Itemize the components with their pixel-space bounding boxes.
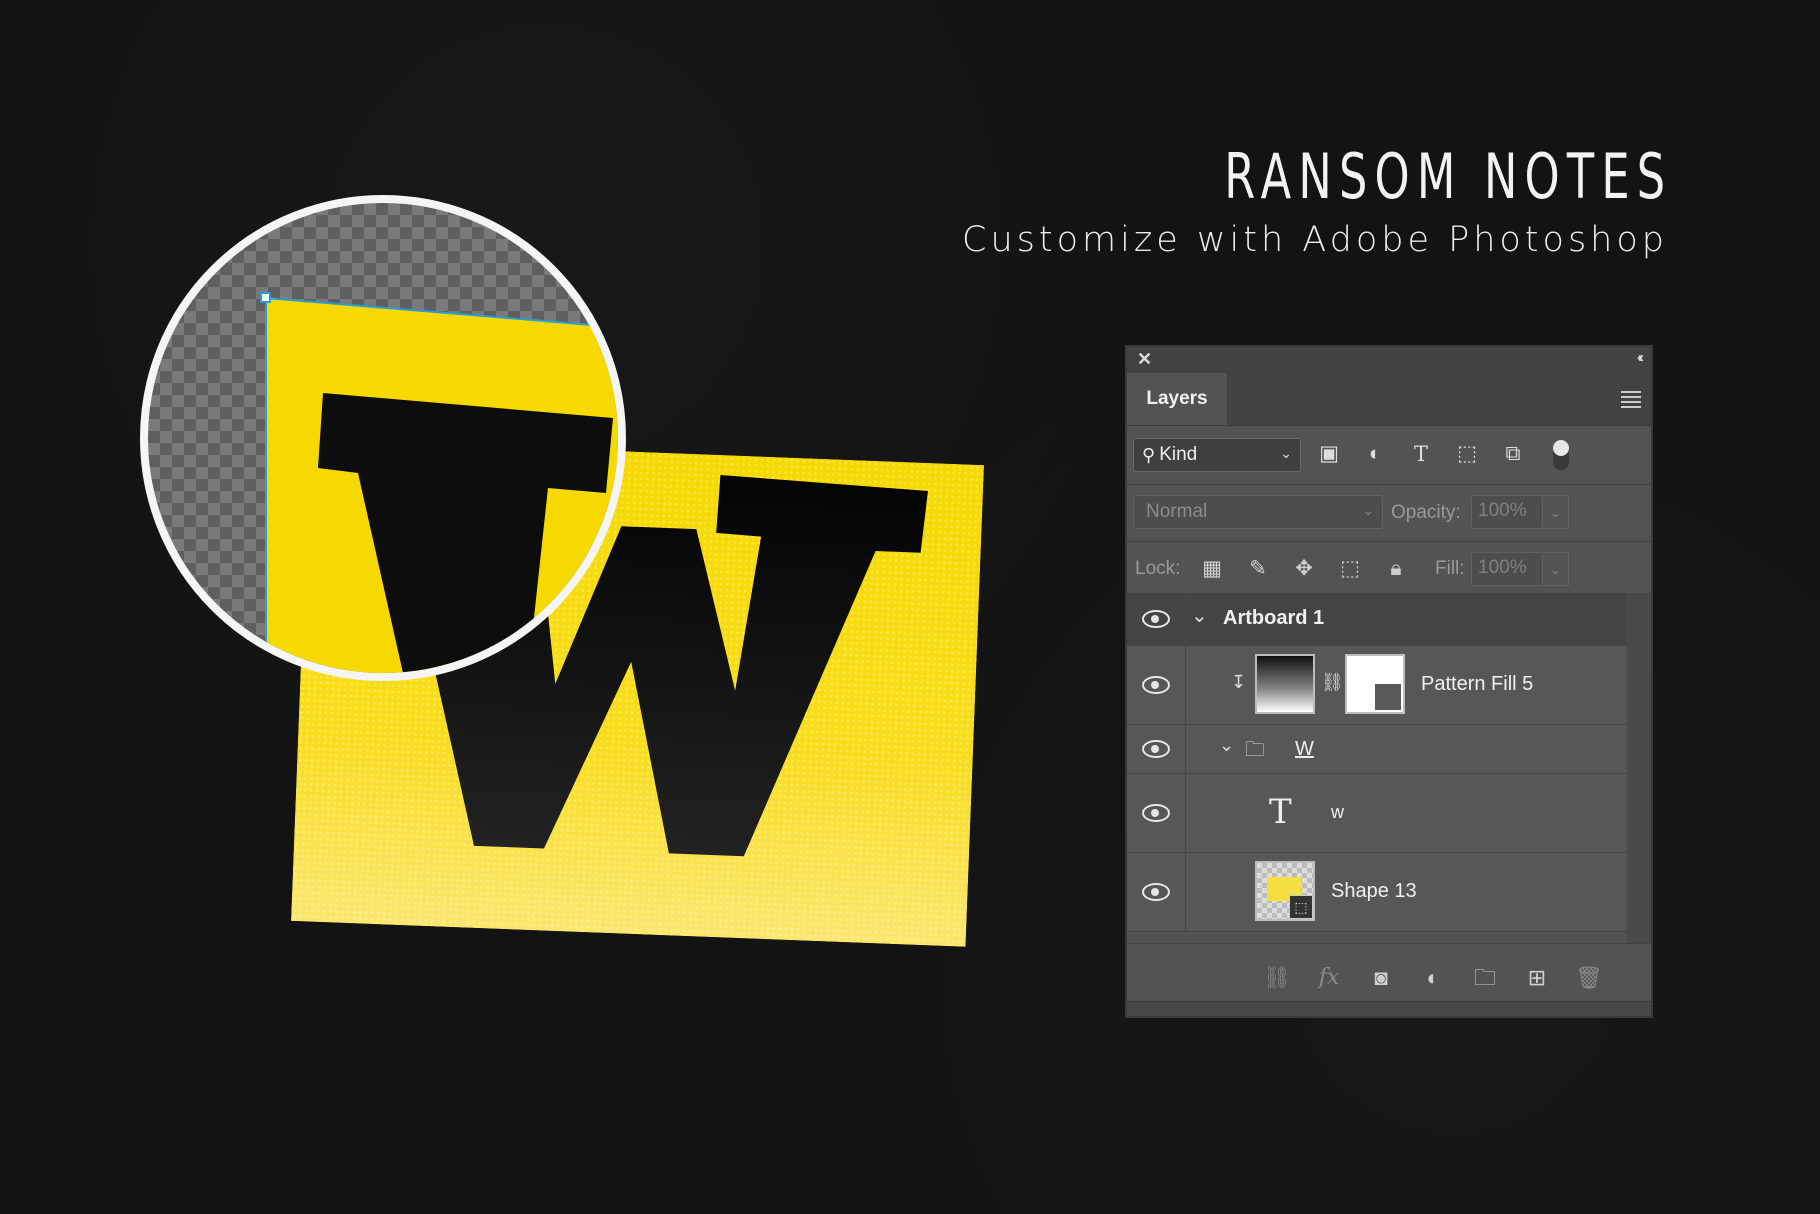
filter-row: ⚲ Kind ⌄ ▣ ◐ T ⬚ ⧉ (1127, 426, 1651, 485)
panel-titlebar: ✕ ‹‹ (1127, 347, 1651, 373)
chevron-down-icon[interactable]: ⌄ (1191, 603, 1208, 628)
layer-type-w[interactable]: T w (1127, 774, 1627, 853)
type-filter-icon[interactable]: T (1409, 442, 1433, 466)
new-layer-icon[interactable]: ⊞ (1523, 964, 1551, 992)
layers-panel: ✕ ‹‹ Layers ⚲ Kind ⌄ ▣ ◐ T ⬚ ⧉ Normal ⌄ … (1125, 345, 1653, 1018)
tab-layers[interactable]: Layers (1127, 373, 1227, 425)
headline: RANSOM NOTES (1223, 140, 1672, 213)
fill-dropdown-icon[interactable]: ⌄ (1543, 552, 1569, 586)
fx-icon[interactable]: fx (1315, 964, 1343, 992)
lock-move-icon[interactable]: ✥ (1291, 556, 1317, 582)
type-layer-icon: T (1269, 792, 1292, 832)
shape-icon: ⬚ (1289, 895, 1313, 919)
pattern-thumbnail (1255, 654, 1315, 714)
blend-mode-select[interactable]: Normal ⌄ (1133, 495, 1383, 529)
add-mask-icon[interactable]: ◙ (1367, 964, 1395, 992)
layer-name: W (1295, 738, 1314, 760)
eye-icon (1142, 883, 1170, 901)
opacity-input[interactable]: 100% (1471, 495, 1543, 529)
eye-icon (1142, 804, 1170, 822)
eye-icon (1142, 610, 1170, 628)
kind-label: Kind (1159, 444, 1198, 465)
close-icon[interactable]: ✕ (1137, 349, 1152, 370)
opacity-dropdown-icon[interactable]: ⌄ (1543, 495, 1569, 529)
zoom-magnifier (140, 195, 626, 681)
visibility-toggle[interactable] (1127, 593, 1186, 645)
clipping-arrow-icon: ↧ (1231, 672, 1247, 692)
fill-label: Fill: (1435, 558, 1465, 579)
search-icon: ⚲ (1142, 444, 1156, 465)
layer-name: Shape 13 (1331, 880, 1417, 902)
shape-filter-icon[interactable]: ⬚ (1455, 442, 1479, 466)
blend-mode-value: Normal (1146, 501, 1208, 522)
adjustment-layer-icon[interactable]: ◐ (1419, 964, 1447, 992)
adjustment-filter-icon[interactable]: ◐ (1363, 442, 1387, 466)
layer-group-w[interactable]: ⌄ 🗀︎ W (1127, 725, 1627, 774)
panel-tabbar: Layers (1127, 373, 1651, 426)
link-layers-icon[interactable]: ⛓ (1263, 964, 1291, 992)
eye-icon (1142, 740, 1170, 758)
visibility-toggle[interactable] (1127, 853, 1186, 931)
subheadline: Customize with Adobe Photoshop (962, 220, 1668, 260)
chevron-down-icon: ⌄ (1362, 502, 1374, 518)
lock-transparency-icon[interactable]: ▦ (1199, 556, 1225, 582)
layer-name: Pattern Fill 5 (1421, 673, 1534, 695)
lock-brush-icon[interactable]: ✎ (1245, 556, 1271, 582)
panel-menu-icon[interactable] (1621, 391, 1641, 411)
layer-name: w (1331, 802, 1344, 822)
layer-artboard[interactable]: ⌄ Artboard 1 (1127, 593, 1627, 646)
visibility-toggle[interactable] (1127, 725, 1186, 773)
link-icon[interactable]: ⛓ (1321, 672, 1344, 693)
lock-artboard-icon[interactable]: ⬚ (1337, 556, 1363, 582)
collapse-icon[interactable]: ‹‹ (1637, 349, 1644, 366)
chevron-down-icon[interactable]: ⌄ (1219, 735, 1234, 756)
panel-footer: ⛓ fx ◙ ◐ 🗀︎ ⊞ 🗑︎ (1127, 943, 1651, 1016)
layer-name: Artboard 1 (1223, 607, 1325, 629)
lock-label: Lock: (1135, 558, 1181, 579)
lock-row: Lock: ▦ ✎ ✥ ⬚ 🔒︎ Fill: 100% ⌄ (1127, 542, 1651, 597)
layers-list: ⌄ Artboard 1 ↧ ⛓ Pattern Fill 5 ⌄ 🗀︎ W T… (1127, 593, 1627, 932)
scrollbar[interactable] (1627, 593, 1651, 963)
new-group-icon[interactable]: 🗀︎ (1471, 964, 1499, 992)
resize-grip[interactable] (1127, 1001, 1651, 1016)
zoomed-corner-graphic (260, 292, 618, 673)
chevron-down-icon: ⌄ (1280, 445, 1292, 461)
image-filter-icon[interactable]: ▣ (1317, 442, 1341, 466)
lock-all-icon[interactable]: 🔒︎ (1383, 556, 1409, 582)
eye-icon (1142, 676, 1170, 694)
filter-toggle[interactable] (1553, 440, 1569, 470)
blend-row: Normal ⌄ Opacity: 100% ⌄ (1127, 485, 1651, 542)
folder-icon: 🗀︎ (1245, 739, 1265, 761)
shape-thumbnail: ⬚ (1255, 861, 1315, 921)
smart-object-filter-icon[interactable]: ⧉ (1501, 442, 1525, 466)
trash-icon[interactable]: 🗑︎ (1575, 964, 1603, 992)
visibility-toggle[interactable] (1127, 774, 1186, 852)
fill-input[interactable]: 100% (1471, 552, 1543, 586)
visibility-toggle[interactable] (1127, 646, 1186, 724)
mask-thumbnail[interactable] (1345, 654, 1405, 714)
opacity-label: Opacity: (1391, 502, 1461, 523)
kind-filter-select[interactable]: ⚲ Kind ⌄ (1133, 438, 1301, 472)
layer-pattern-fill[interactable]: ↧ ⛓ Pattern Fill 5 (1127, 646, 1627, 725)
layer-shape[interactable]: ⬚ Shape 13 (1127, 853, 1627, 932)
